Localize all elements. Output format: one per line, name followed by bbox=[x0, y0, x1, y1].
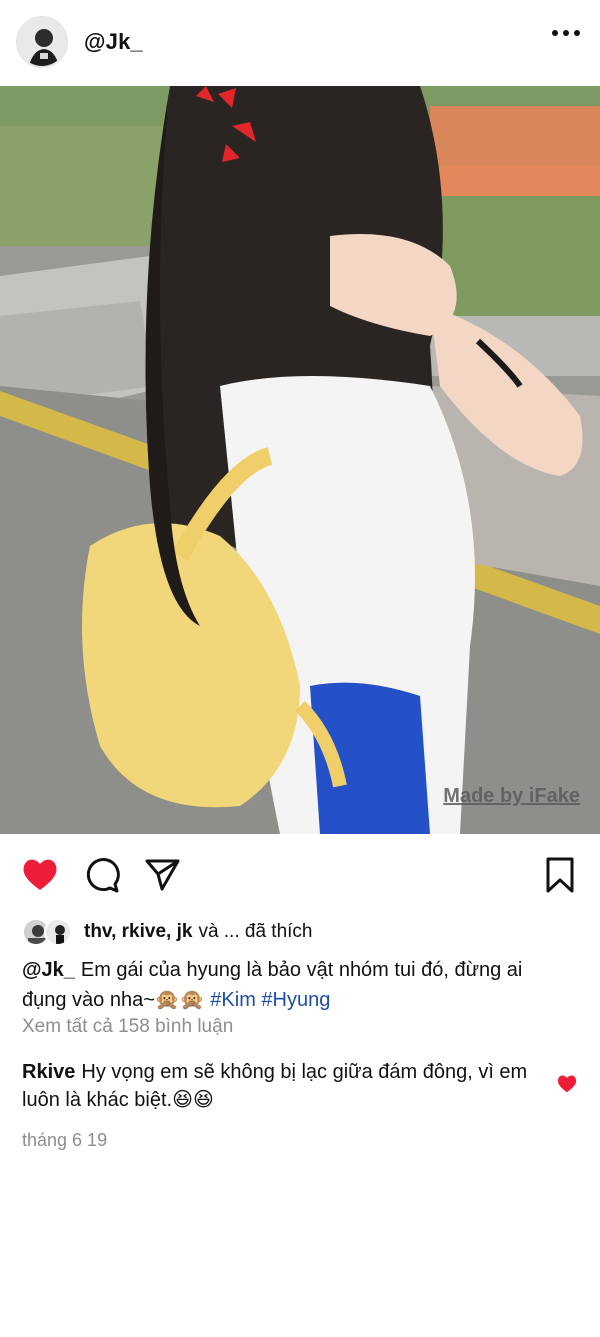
bookmark-icon[interactable] bbox=[540, 855, 580, 895]
view-all-comments-link[interactable]: Xem tất cả 158 bình luận bbox=[22, 1016, 233, 1038]
comment-heart-icon[interactable] bbox=[556, 1073, 578, 1095]
post-photo[interactable]: Made by iFake bbox=[0, 86, 600, 834]
post-header: @Jk_ bbox=[0, 0, 600, 84]
send-icon[interactable] bbox=[142, 855, 182, 895]
hashtag-hyung[interactable]: #Hyung bbox=[261, 989, 330, 1011]
post-date: tháng 6 19 bbox=[22, 1130, 108, 1150]
caption-username[interactable]: @Jk_ bbox=[22, 959, 75, 981]
comment-item: Rkive Hy vọng em sẽ không bị lạc giữa đám… bbox=[22, 1058, 542, 1114]
likes-suffix: và ... đã thích bbox=[198, 921, 313, 942]
watermark-text: Made by iFake bbox=[443, 785, 580, 807]
more-options-icon[interactable] bbox=[552, 30, 580, 36]
hashtag-kim[interactable]: #Kim bbox=[210, 989, 256, 1011]
post-image bbox=[0, 86, 600, 834]
comment-icon[interactable] bbox=[82, 855, 122, 895]
liker-avatars bbox=[22, 917, 82, 947]
user-avatar[interactable] bbox=[16, 16, 68, 68]
liker-avatar bbox=[44, 918, 72, 946]
comment-username[interactable]: Rkive bbox=[22, 1061, 75, 1083]
post-caption: @Jk_ Em gái của hyung là bảo vật nhóm tui… bbox=[22, 955, 572, 1015]
liker-names[interactable]: thv, rkive, jk bbox=[84, 921, 192, 943]
heart-icon[interactable] bbox=[20, 855, 60, 895]
post-actions bbox=[0, 845, 600, 905]
post-username[interactable]: @Jk_ bbox=[84, 29, 143, 55]
likes-summary[interactable]: thv, rkive, jk và ... đã thích bbox=[22, 916, 313, 948]
comment-text: Hy vọng em sẽ không bị lạc giữa đám đông… bbox=[22, 1061, 528, 1111]
